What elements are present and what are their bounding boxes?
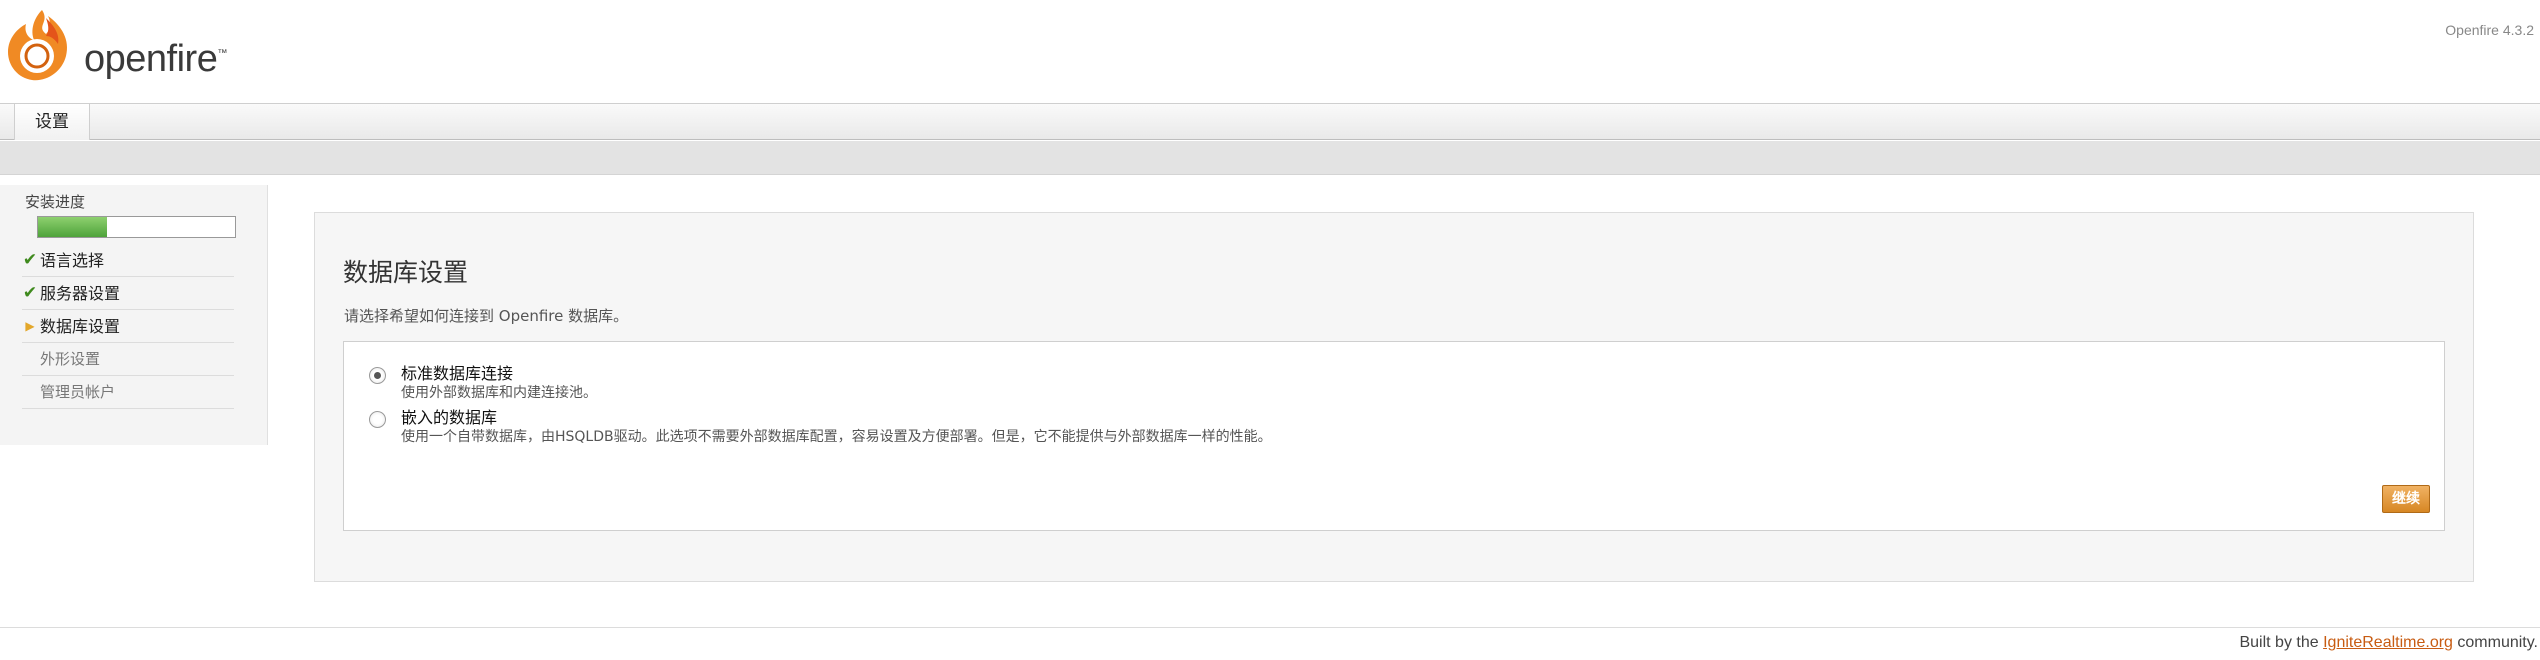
- option-title: 嵌入的数据库: [401, 408, 498, 427]
- checkmark-icon: ✔: [22, 250, 38, 270]
- radio-standard-connection[interactable]: [369, 367, 386, 384]
- ignite-realtime-link[interactable]: IgniteRealtime.org: [2323, 634, 2453, 651]
- sub-tab-bar: [0, 141, 2540, 175]
- setup-steps: ✔ 语言选择 ✔ 服务器设置 ▶ 数据库设置 外形设置 管理员帐户: [22, 244, 234, 409]
- footer: Built by the IgniteRealtime.org communit…: [2239, 634, 2538, 652]
- step-database: ▶ 数据库设置: [22, 310, 234, 343]
- flame-icon: [8, 10, 68, 81]
- step-label: 数据库设置: [40, 317, 121, 336]
- version-label: Openfire 4.3.2: [2445, 22, 2534, 38]
- step-profile: 外形设置: [22, 343, 234, 376]
- database-options: 标准数据库连接 使用外部数据库和内建连接池。 嵌入的数据库 使用一个自带数据库，…: [343, 341, 2445, 531]
- footer-suffix: community.: [2452, 634, 2538, 651]
- footer-divider: [0, 627, 2540, 628]
- tab-bar: 设置: [0, 104, 2540, 140]
- checkmark-icon: ✔: [22, 283, 38, 303]
- step-label: 管理员帐户: [40, 383, 116, 401]
- option-title: 标准数据库连接: [401, 364, 514, 383]
- footer-prefix: Built by the: [2239, 634, 2324, 651]
- step-language: ✔ 语言选择: [22, 244, 234, 277]
- page-description: 请选择希望如何连接到 Openfire 数据库。: [344, 307, 629, 325]
- main-panel: 数据库设置 请选择希望如何连接到 Openfire 数据库。 标准数据库连接 使…: [314, 212, 2474, 582]
- step-server: ✔ 服务器设置: [22, 277, 234, 310]
- arrow-right-icon: ▶: [25, 319, 35, 333]
- header: openfire™ Openfire 4.3.2: [0, 0, 2540, 104]
- logo-text: openfire™: [84, 38, 227, 80]
- step-label: 服务器设置: [40, 284, 121, 303]
- step-label: 外形设置: [40, 350, 101, 368]
- step-admin-account: 管理员帐户: [22, 376, 234, 409]
- radio-embedded-database[interactable]: [369, 411, 386, 428]
- progress-label: 安装进度: [25, 193, 86, 211]
- option-description: 使用一个自带数据库，由HSQLDB驱动。此选项不需要外部数据库配置，容易设置及方…: [401, 429, 1272, 445]
- openfire-logo[interactable]: openfire™: [6, 8, 227, 88]
- progress-fill: [38, 217, 107, 237]
- tab-setup[interactable]: 设置: [14, 104, 90, 140]
- install-progress-bar: [37, 216, 236, 238]
- continue-button[interactable]: 继续: [2382, 485, 2430, 513]
- step-label: 语言选择: [40, 251, 105, 270]
- page-title: 数据库设置: [343, 258, 469, 287]
- sidebar: 安装进度 ✔ 语言选择 ✔ 服务器设置 ▶ 数据库设置 外形设置 管理员帐户: [0, 185, 268, 445]
- option-description: 使用外部数据库和内建连接池。: [401, 385, 597, 401]
